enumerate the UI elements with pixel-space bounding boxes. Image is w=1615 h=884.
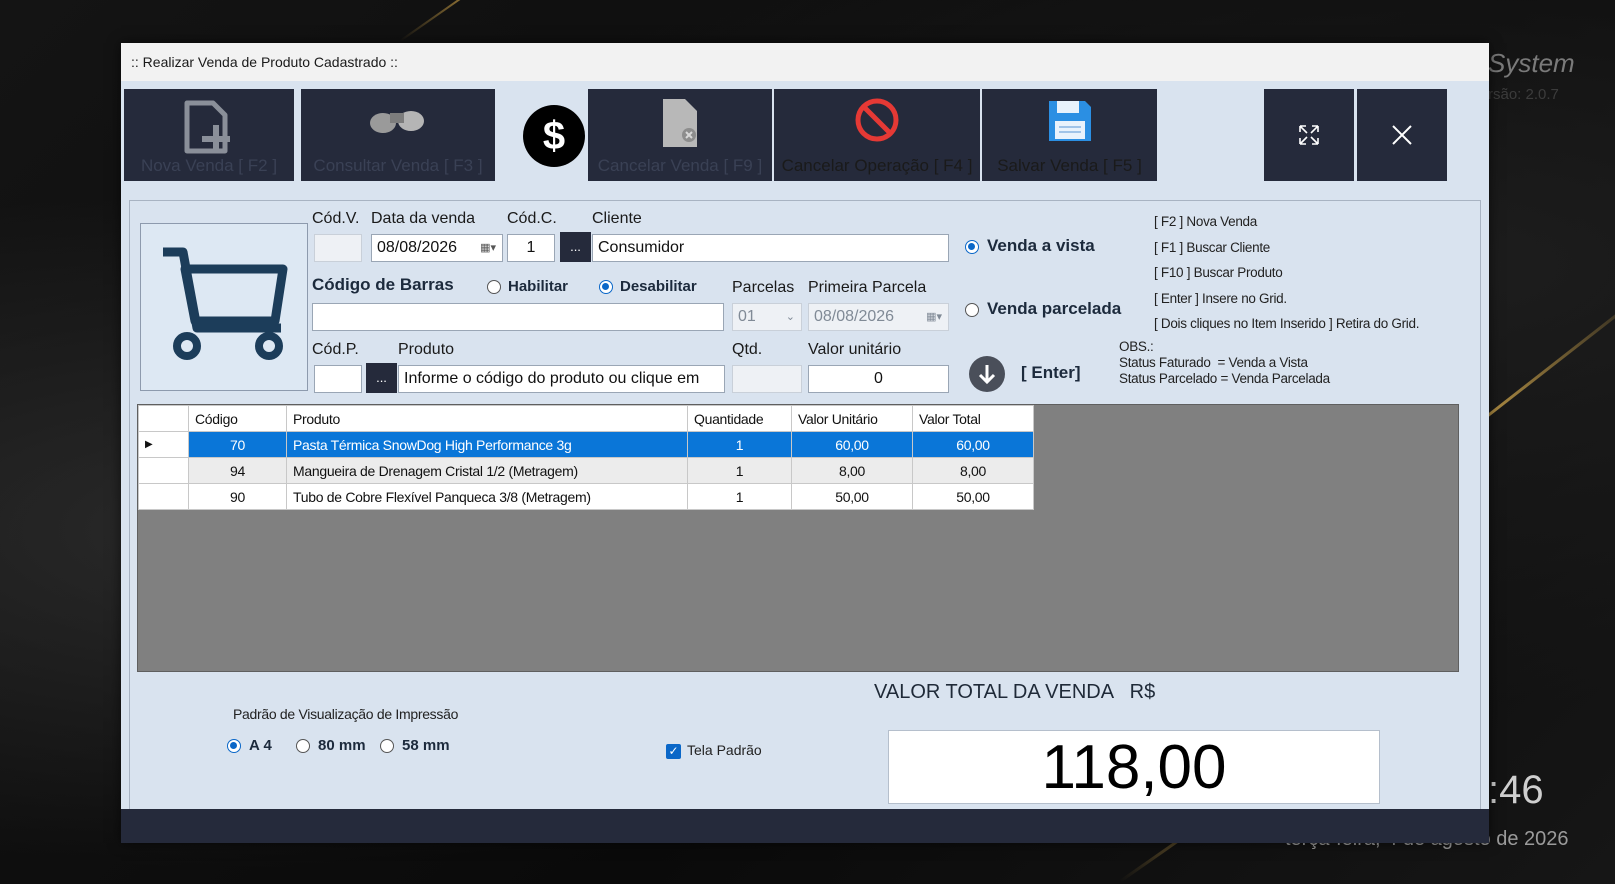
- cash-sale-label: Venda a vista: [987, 236, 1095, 255]
- table-header-row: Código Produto Quantidade Valor Unitário…: [138, 405, 1034, 432]
- items-grid[interactable]: Código Produto Quantidade Valor Unitário…: [137, 404, 1459, 672]
- close-icon: [1392, 125, 1412, 145]
- print-58mm-label: 58 mm: [402, 737, 450, 754]
- shortcut-item: [ Enter ] Insere no Grid.: [1154, 290, 1287, 306]
- cart-image: [140, 223, 308, 391]
- calendar-dropdown-icon: ▦▾: [480, 242, 496, 254]
- installment-sale-label: Venda parcelada: [987, 299, 1122, 318]
- barcode-field[interactable]: [312, 303, 724, 331]
- save-floppy-icon: [1048, 101, 1091, 141]
- sale-total-label: VALOR TOTAL DA VENDA R$: [874, 681, 1156, 703]
- quantity-field[interactable]: [732, 365, 802, 393]
- print-80mm-radio[interactable]: [296, 739, 310, 753]
- barcode-label: Código de Barras: [312, 275, 454, 294]
- client-label: Cliente: [592, 210, 642, 227]
- print-format-label: Padrão de Visualização de Impressão: [233, 706, 459, 722]
- row-selector-icon: ▶: [138, 431, 189, 458]
- new-file-icon: [184, 100, 230, 154]
- close-button[interactable]: [1357, 89, 1447, 181]
- insert-item-button[interactable]: [969, 356, 1005, 392]
- table-row[interactable]: 90 Tubo de Cobre Flexível Panqueca 3/8 (…: [138, 483, 1034, 510]
- product-code-field[interactable]: [314, 365, 362, 393]
- product-name-field[interactable]: Informe o código do produto ou clique em: [398, 365, 725, 393]
- cancel-document-icon: [663, 99, 697, 147]
- search-sale-button[interactable]: Consultar Venda [ F3 ]: [301, 89, 495, 181]
- unit-price-label: Valor unitário: [808, 341, 902, 358]
- binoculars-icon: [370, 111, 424, 133]
- print-58mm-radio[interactable]: [380, 739, 394, 753]
- desktop-version: rsão: 2.0.7: [1488, 86, 1559, 103]
- shortcut-list: [ F2 ] Nova Venda [ F1 ] Buscar Cliente …: [1154, 209, 1419, 337]
- prohibited-icon: [855, 98, 899, 142]
- desktop-brand: System: [1488, 48, 1575, 78]
- save-sale-button[interactable]: Salvar Venda [ F5 ]: [982, 89, 1157, 181]
- chevron-down-icon: ⌄: [785, 311, 795, 323]
- window-bottom-bar: [121, 809, 1489, 843]
- shortcut-item: [ F2 ] Nova Venda: [1154, 214, 1257, 229]
- shopping-cart-icon: [163, 247, 288, 360]
- first-installment-date-picker[interactable]: 08/08/2026 ▦▾: [808, 303, 949, 331]
- sale-date-label: Data da venda: [371, 210, 476, 227]
- column-header-product[interactable]: Produto: [286, 405, 688, 432]
- quantity-label: Qtd.: [732, 341, 763, 358]
- expand-icon: [1299, 125, 1319, 145]
- cancel-sale-button[interactable]: Cancelar Venda [ F9 ]: [588, 89, 772, 181]
- shortcut-item: [ Dois cliques no Item Inserido ] Retira…: [1154, 316, 1420, 331]
- client-name-field[interactable]: Consumidor: [592, 234, 949, 262]
- column-header-total[interactable]: Valor Total: [912, 405, 1034, 432]
- installment-sale-radio[interactable]: [965, 303, 979, 317]
- shortcut-item: [ F10 ] Buscar Produto: [1154, 265, 1283, 280]
- client-code-field[interactable]: 1: [507, 234, 555, 262]
- codc-label: Cód.C.: [507, 210, 557, 227]
- enable-barcode-label: Habilitar: [508, 278, 569, 295]
- row-header-corner: [138, 405, 189, 432]
- client-browse-button[interactable]: ...: [560, 232, 591, 262]
- column-header-quantity[interactable]: Quantidade: [687, 405, 792, 432]
- disable-barcode-label: Desabilitar: [620, 278, 697, 295]
- product-label: Produto: [398, 341, 455, 358]
- print-80mm-label: 80 mm: [318, 737, 366, 754]
- installments-select[interactable]: 01 ⌄: [732, 303, 802, 331]
- cash-sale-radio[interactable]: [965, 240, 979, 254]
- new-sale-button[interactable]: Nova Venda [ F2 ]: [124, 89, 294, 181]
- default-screen-label: Tela Padrão: [687, 742, 762, 758]
- desktop-clock: :46: [1488, 768, 1544, 812]
- items-table: Código Produto Quantidade Valor Unitário…: [138, 405, 1034, 510]
- codv-label: Cód.V.: [312, 210, 360, 227]
- calendar-dropdown-icon: ▦▾: [926, 311, 942, 323]
- sale-total-value: 118,00: [888, 730, 1380, 804]
- column-header-code[interactable]: Código: [188, 405, 287, 432]
- column-header-unit-price[interactable]: Valor Unitário: [791, 405, 913, 432]
- table-row[interactable]: 94 Mangueira de Drenagem Cristal 1/2 (Me…: [138, 457, 1034, 484]
- disable-barcode-radio[interactable]: [599, 280, 613, 294]
- codv-field[interactable]: [314, 234, 362, 262]
- installments-label: Parcelas: [732, 279, 795, 296]
- arrow-down-icon: [978, 365, 996, 385]
- print-a4-radio[interactable]: [227, 739, 241, 753]
- default-screen-checkbox[interactable]: ✓: [666, 744, 681, 759]
- cancel-operation-button[interactable]: Cancelar Operação [ F4 ]: [774, 89, 980, 181]
- enter-hint: [ Enter]: [1021, 363, 1081, 382]
- obs-note: OBS.: Status Faturado = Venda a Vista St…: [1119, 339, 1330, 386]
- unit-price-field[interactable]: 0: [808, 365, 949, 393]
- sale-date-picker[interactable]: 08/08/2026 ▦▾: [371, 234, 503, 262]
- window-title: :: Realizar Venda de Produto Cadastrado …: [121, 43, 1489, 81]
- enable-barcode-radio[interactable]: [487, 280, 501, 294]
- sale-window: :: Realizar Venda de Produto Cadastrado …: [121, 43, 1489, 843]
- shortcut-item: [ F1 ] Buscar Cliente: [1154, 239, 1270, 255]
- maximize-button[interactable]: [1264, 89, 1354, 181]
- dollar-icon: $: [523, 105, 585, 167]
- product-browse-button[interactable]: ...: [366, 363, 397, 393]
- print-a4-label: A 4: [249, 737, 272, 754]
- product-code-label: Cód.P.: [312, 341, 359, 358]
- table-row[interactable]: ▶ 70 Pasta Térmica SnowDog High Performa…: [138, 431, 1034, 458]
- first-installment-label: Primeira Parcela: [808, 279, 927, 296]
